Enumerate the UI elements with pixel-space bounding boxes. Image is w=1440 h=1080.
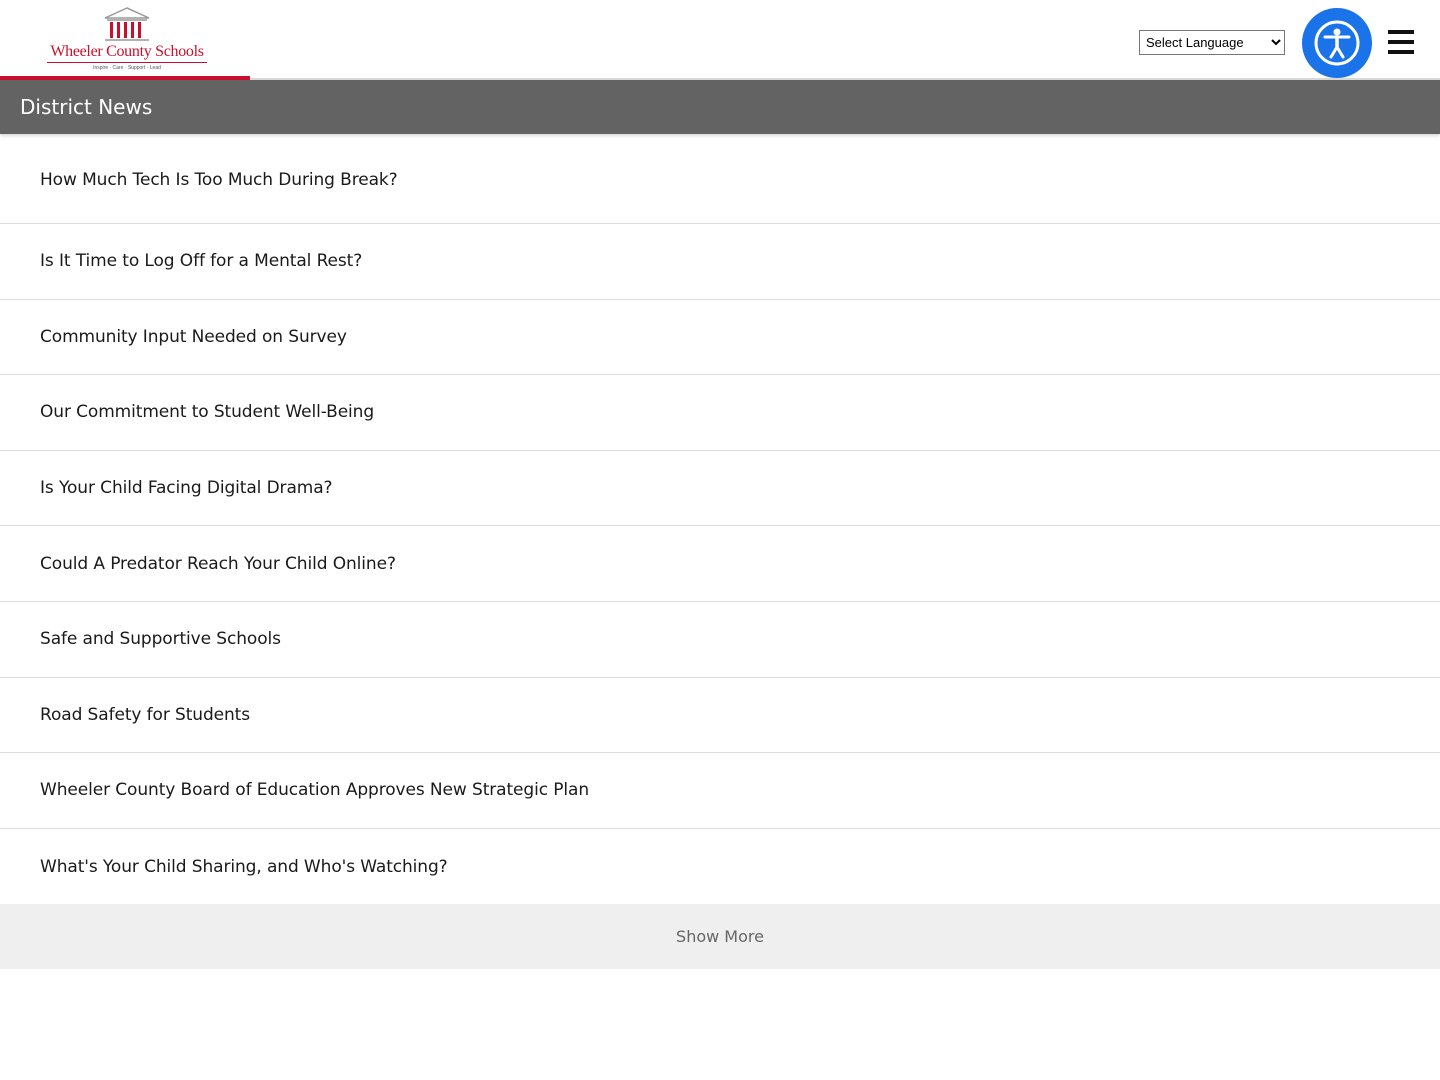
hamburger-menu-icon-line <box>1388 50 1414 54</box>
news-link[interactable]: How Much Tech Is Too Much During Break? <box>40 170 398 190</box>
hamburger-menu-icon-line <box>1388 30 1414 34</box>
news-link[interactable]: Is Your Child Facing Digital Drama? <box>40 478 333 498</box>
news-list-item[interactable]: How Much Tech Is Too Much During Break? <box>0 134 1440 224</box>
news-list-item[interactable]: Is Your Child Facing Digital Drama? <box>0 451 1440 527</box>
news-list-item[interactable]: Road Safety for Students <box>0 678 1440 754</box>
news-link[interactable]: Community Input Needed on Survey <box>40 327 347 347</box>
logo-name: Wheeler County Schools <box>50 43 204 60</box>
logo-divider <box>47 62 207 63</box>
schoolhouse-columns-icon <box>104 7 150 41</box>
news-list-item[interactable]: Is It Time to Log Off for a Mental Rest? <box>0 224 1440 300</box>
section-title: District News <box>20 95 153 119</box>
news-list-item[interactable]: Could A Predator Reach Your Child Online… <box>0 526 1440 602</box>
news-link[interactable]: Could A Predator Reach Your Child Online… <box>40 554 396 574</box>
language-select[interactable]: Select Language <box>1139 30 1285 55</box>
accessibility-person-icon <box>1314 20 1360 66</box>
site-header: Wheeler County Schools Inspire · Care · … <box>0 0 1440 80</box>
show-more-label: Show More <box>676 927 764 947</box>
show-more-button[interactable]: Show More <box>0 904 1440 970</box>
news-link[interactable]: Our Commitment to Student Well-Being <box>40 402 374 422</box>
news-list-item[interactable]: What's Your Child Sharing, and Who's Wat… <box>0 829 1440 905</box>
news-list-item[interactable]: Wheeler County Board of Education Approv… <box>0 753 1440 829</box>
news-link[interactable]: Wheeler County Board of Education Approv… <box>40 780 589 800</box>
section-title-bar: District News <box>0 80 1440 134</box>
news-link[interactable]: What's Your Child Sharing, and Who's Wat… <box>40 857 448 877</box>
logo-tagline: Inspire · Care · Support · Lead <box>93 65 161 71</box>
hamburger-menu-button[interactable] <box>1388 30 1416 56</box>
accessibility-button[interactable] <box>1302 8 1372 78</box>
news-list: How Much Tech Is Too Much During Break? … <box>0 134 1440 904</box>
hamburger-menu-icon-line <box>1388 40 1414 44</box>
news-list-item[interactable]: Community Input Needed on Survey <box>0 300 1440 376</box>
news-link[interactable]: Is It Time to Log Off for a Mental Rest? <box>40 251 362 271</box>
site-logo[interactable]: Wheeler County Schools Inspire · Care · … <box>44 6 210 74</box>
news-link[interactable]: Safe and Supportive Schools <box>40 629 281 649</box>
news-list-item[interactable]: Our Commitment to Student Well-Being <box>0 375 1440 451</box>
header-accent-bar <box>0 76 250 80</box>
news-list-item[interactable]: Safe and Supportive Schools <box>0 602 1440 678</box>
news-link[interactable]: Road Safety for Students <box>40 705 250 725</box>
